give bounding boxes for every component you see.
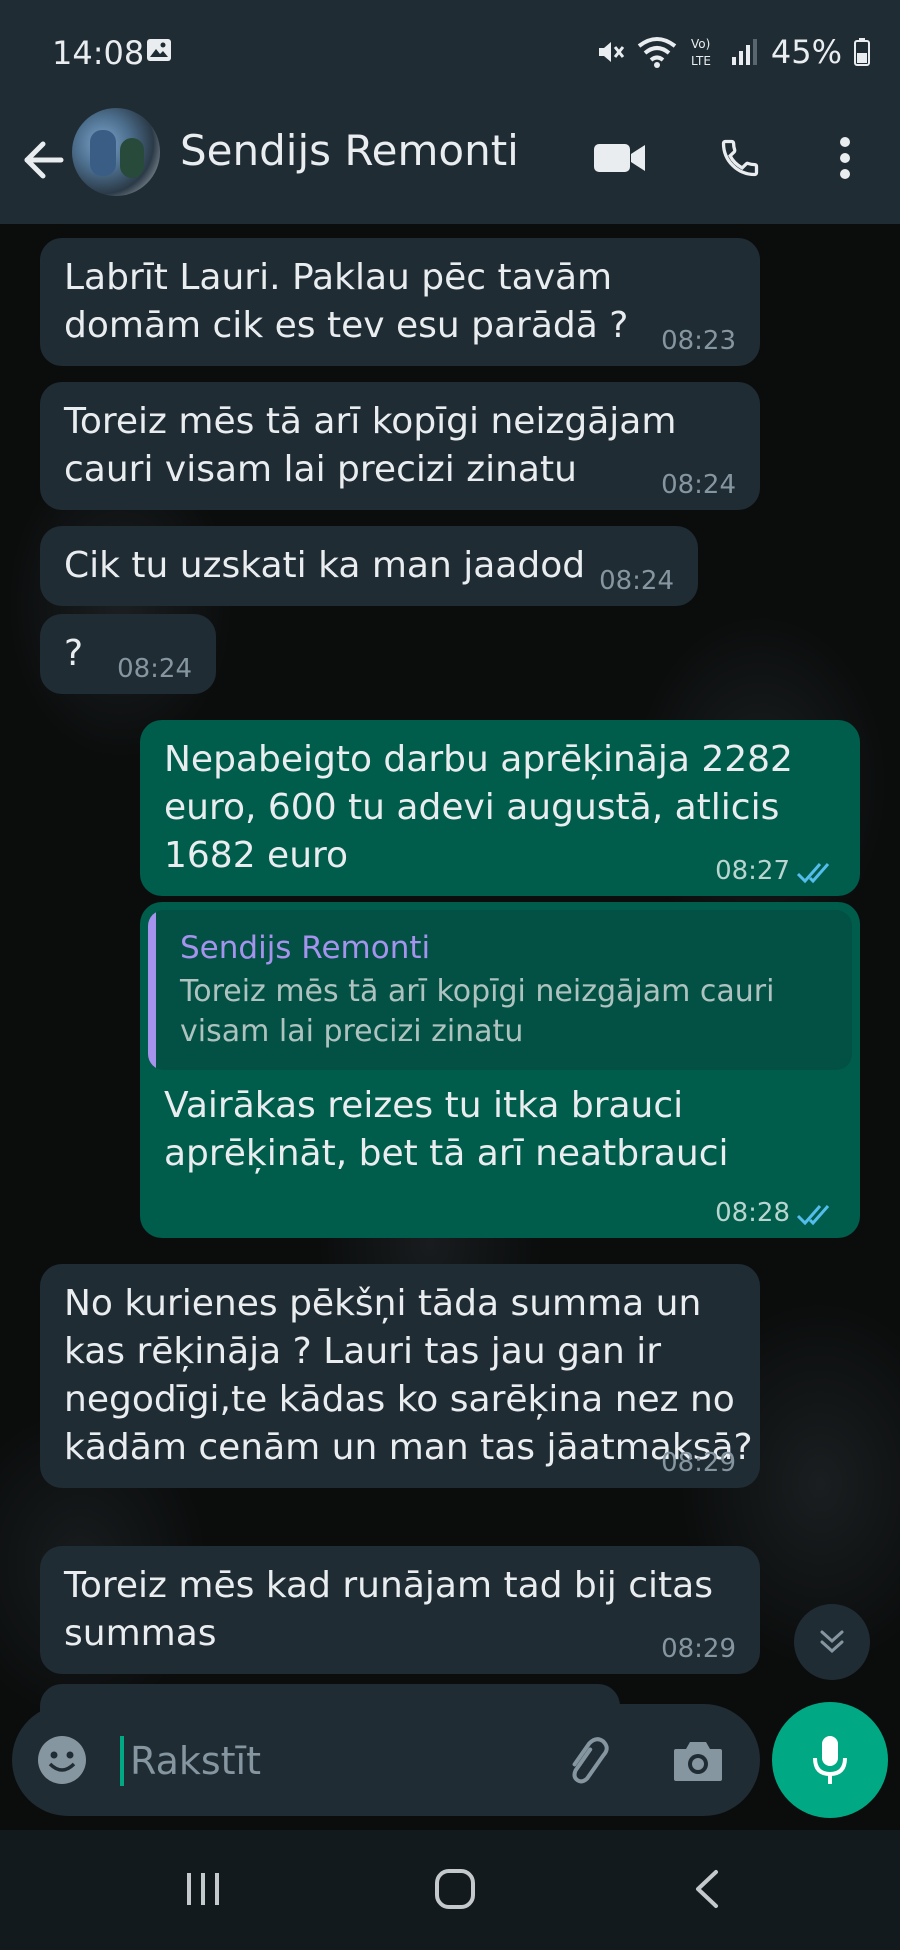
message-time: 08:27 [715, 856, 790, 886]
message-time: 08:28 [715, 1198, 790, 1228]
more-options-button[interactable] [815, 128, 875, 188]
attach-button[interactable] [558, 1732, 618, 1788]
mic-icon [813, 1736, 847, 1784]
message-text: Labrīt Lauri. Paklau pēc tavām domām cik… [64, 257, 629, 346]
quoted-text: Toreiz mēs tā arī kopīgi neizgājam cauri… [180, 974, 775, 1049]
message-bubble-incoming[interactable]: Toreiz mēs tā arī kopīgi neizgājam cauri… [40, 382, 760, 510]
message-text: No kurienes pēkšņi tāda summa un kas rēķ… [64, 1283, 753, 1468]
signal-icon [731, 39, 757, 65]
status-icons: Vo) LTE 45% [595, 30, 870, 74]
emoji-icon [38, 1736, 86, 1784]
wifi-icon [637, 37, 677, 68]
quote-accent-bar [148, 910, 156, 1070]
message-time: 08:24 [661, 470, 736, 500]
phone-icon [721, 139, 759, 177]
chat-area[interactable]: Labrīt Lauri. Paklau pēc tavām domām cik… [0, 224, 900, 1824]
camera-icon [674, 1742, 722, 1781]
recents-button[interactable] [158, 1854, 248, 1924]
status-bar: 14:08 Vo) LTE 45% [0, 0, 900, 100]
message-time: 08:29 [661, 1634, 736, 1664]
message-text: Toreiz mēs tā arī kopīgi neizgājam cauri… [64, 401, 677, 490]
mute-icon [598, 42, 625, 62]
quoted-sender: Sendijs Remonti [180, 930, 431, 966]
message-time: 08:24 [599, 566, 674, 596]
message-time: 08:23 [661, 326, 736, 356]
message-text: Nepabeigto darbu aprēķināja 2282 euro, 6… [164, 739, 793, 876]
voice-call-button[interactable] [710, 128, 770, 188]
volte-icon: Vo) LTE [691, 37, 711, 68]
recents-icon [187, 1873, 219, 1905]
attach-icon [572, 1737, 609, 1784]
battery-percent: 45% [770, 33, 842, 71]
back-button[interactable] [18, 130, 68, 190]
message-bubble-outgoing[interactable]: Nepabeigto darbu aprēķināja 2282 euro, 6… [140, 720, 860, 896]
message-text: ? [64, 633, 84, 674]
chevron-double-down-icon [820, 1630, 844, 1654]
gallery-notification-icon [147, 39, 171, 61]
quoted-message[interactable]: Sendijs Remonti Toreiz mēs tā arī kopīgi… [148, 910, 852, 1070]
message-time: 08:29 [661, 1448, 736, 1478]
message-time: 08:24 [117, 654, 192, 684]
message-text: Toreiz mēs kad runājam tad bij citas sum… [64, 1565, 713, 1654]
home-icon [435, 1869, 475, 1909]
emoji-button[interactable] [34, 1732, 90, 1788]
status-time: 14:08 [52, 34, 145, 72]
svg-text:Vo): Vo) [691, 37, 710, 51]
voice-message-button[interactable] [772, 1702, 888, 1818]
scroll-to-bottom-button[interactable] [794, 1604, 870, 1680]
system-back-button[interactable] [662, 1854, 752, 1924]
camera-button[interactable] [668, 1732, 728, 1788]
video-call-icon [594, 144, 645, 172]
home-button[interactable] [410, 1854, 500, 1924]
avatar[interactable] [72, 108, 160, 196]
text-cursor [120, 1736, 124, 1786]
read-ticks-icon [796, 863, 830, 884]
svg-text:LTE: LTE [691, 54, 711, 68]
video-call-button[interactable] [590, 128, 650, 188]
message-bubble-incoming[interactable]: ? 08:24 [40, 614, 216, 694]
message-bubble-incoming[interactable]: Toreiz mēs kad runājam tad bij citas sum… [40, 1546, 760, 1674]
back-arrow-icon [24, 141, 64, 179]
contact-name[interactable]: Sendijs Remonti [180, 126, 519, 175]
message-bubble-incoming[interactable]: No kurienes pēkšņi tāda summa un kas rēķ… [40, 1264, 760, 1488]
message-input[interactable] [128, 1730, 532, 1792]
more-vert-icon [840, 137, 850, 179]
chat-header: Sendijs Remonti [0, 100, 900, 224]
read-ticks-icon [796, 1205, 830, 1226]
message-bubble-incoming[interactable]: Labrīt Lauri. Paklau pēc tavām domām cik… [40, 238, 760, 366]
message-bubble-incoming[interactable]: Cik tu uzskati ka man jaadod 08:24 [40, 526, 698, 606]
message-composer [12, 1704, 760, 1816]
battery-icon [854, 38, 870, 66]
message-text: Vairākas reizes tu itka brauci aprēķināt… [164, 1085, 729, 1174]
message-text: Cik tu uzskati ka man jaadod [64, 545, 586, 586]
message-bubble-outgoing-reply[interactable]: Sendijs Remonti Toreiz mēs tā arī kopīgi… [140, 902, 860, 1238]
back-icon [696, 1870, 718, 1908]
system-navigation-bar [0, 1830, 900, 1950]
